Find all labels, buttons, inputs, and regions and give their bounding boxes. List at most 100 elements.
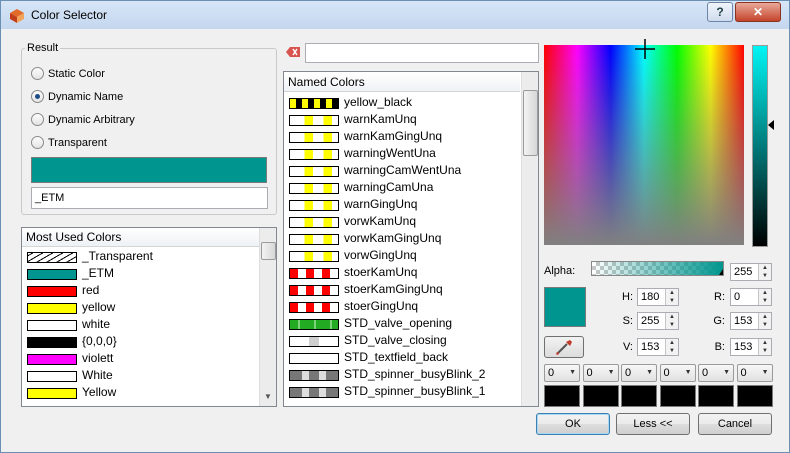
color-selector-dialog: Color Selector ? ✕ Result Static Color D… [0, 0, 790, 453]
list-item[interactable]: white [22, 316, 252, 333]
h-spinbox[interactable]: 180 ▲ ▼ [637, 288, 679, 306]
alpha-spinbox[interactable]: 255 ▲ ▼ [730, 263, 772, 281]
help-button[interactable]: ? [707, 2, 733, 22]
spin-buttons[interactable]: ▲ ▼ [758, 264, 771, 280]
spin-up-icon[interactable]: ▲ [759, 264, 771, 272]
color-swatch [27, 337, 77, 348]
radio-button[interactable] [31, 90, 44, 103]
spin-down-icon[interactable]: ▼ [666, 297, 678, 305]
custom-color-swatch[interactable] [544, 385, 580, 407]
spin-buttons[interactable]: ▲ ▼ [758, 289, 771, 305]
list-item[interactable]: warningCamWentUna [284, 162, 514, 179]
close-button[interactable]: ✕ [735, 2, 781, 22]
spin-up-icon[interactable]: ▲ [759, 289, 771, 297]
spin-buttons[interactable]: ▲ ▼ [665, 313, 678, 329]
alpha-slider[interactable] [591, 261, 724, 276]
custom-color-combo[interactable]: 0 ▼ [582, 364, 619, 382]
spin-up-icon[interactable]: ▲ [759, 339, 771, 347]
list-item[interactable]: _ETM [22, 265, 252, 282]
custom-color-combo[interactable]: 0 ▼ [659, 364, 696, 382]
list-item[interactable]: STD_valve_opening [284, 315, 514, 332]
s-spinbox[interactable]: 255 ▲ ▼ [637, 312, 679, 330]
r-spinbox[interactable]: 0 ▲ ▼ [730, 288, 772, 306]
named-colors-scrollbar[interactable] [521, 72, 538, 406]
scroll-down-arrow[interactable]: ▼ [260, 390, 276, 404]
list-item[interactable]: stoerKamGingUnq [284, 281, 514, 298]
ok-button[interactable]: OK [536, 413, 610, 435]
list-item[interactable]: warningCamUna [284, 179, 514, 196]
custom-color-combo[interactable]: 0 ▼ [698, 364, 734, 382]
spin-buttons[interactable]: ▲ ▼ [665, 339, 678, 355]
hue-saturation-map[interactable] [544, 45, 744, 245]
list-item[interactable]: STD_spinner_busyBlink_1 [284, 383, 514, 400]
chevron-down-icon[interactable]: ▼ [723, 368, 730, 378]
list-item[interactable]: yellow_black [284, 94, 514, 111]
v-spinbox[interactable]: 153 ▲ ▼ [637, 338, 679, 356]
spin-down-icon[interactable]: ▼ [759, 297, 771, 305]
g-spinbox[interactable]: 153 ▲ ▼ [730, 312, 772, 330]
b-value: 153 [734, 341, 753, 353]
spin-buttons[interactable]: ▲ ▼ [758, 313, 771, 329]
custom-color-swatch[interactable] [621, 385, 657, 407]
named-colors-header[interactable]: Named Colors [284, 73, 520, 92]
list-item[interactable]: warnKamGingUnq [284, 128, 514, 145]
list-item[interactable]: vorwKamGingUnq [284, 230, 514, 247]
custom-color-swatch[interactable] [582, 385, 619, 407]
alpha-handle-icon[interactable] [719, 269, 723, 275]
radio-button[interactable] [31, 113, 44, 126]
chevron-down-icon[interactable]: ▼ [646, 368, 653, 378]
list-item[interactable]: warnKamUnq [284, 111, 514, 128]
list-item[interactable]: red [22, 282, 252, 299]
custom-color-swatch[interactable] [659, 385, 696, 407]
custom-color-combo[interactable]: 0 ▼ [544, 364, 580, 382]
radio-button[interactable] [31, 136, 44, 149]
custom-color-swatch[interactable] [698, 385, 734, 407]
list-item[interactable]: vorwKamUnq [284, 213, 514, 230]
custom-color-swatch[interactable] [736, 385, 773, 407]
spin-down-icon[interactable]: ▼ [666, 321, 678, 329]
less-button[interactable]: Less << [616, 413, 690, 435]
spin-buttons[interactable]: ▲ ▼ [665, 289, 678, 305]
spin-down-icon[interactable]: ▼ [759, 321, 771, 329]
spin-down-icon[interactable]: ▼ [666, 347, 678, 355]
spin-down-icon[interactable]: ▼ [759, 347, 771, 355]
custom-color-combo[interactable]: 0 ▼ [736, 364, 773, 382]
color-name-field[interactable]: _ETM [31, 187, 268, 209]
list-item[interactable]: warningWentUna [284, 145, 514, 162]
scroll-thumb[interactable] [523, 90, 538, 156]
spin-buttons[interactable]: ▲ ▼ [758, 339, 771, 355]
list-item[interactable]: STD_textfield_back [284, 349, 514, 366]
scroll-thumb[interactable] [261, 242, 276, 260]
spin-down-icon[interactable]: ▼ [759, 272, 771, 280]
list-item[interactable]: STD_valve_closing [284, 332, 514, 349]
chevron-down-icon[interactable]: ▼ [569, 368, 576, 378]
eyedropper-button[interactable] [544, 336, 584, 358]
most-used-scrollbar[interactable]: ▼ [259, 228, 276, 406]
list-item[interactable]: stoerKamUnq [284, 264, 514, 281]
spin-up-icon[interactable]: ▲ [666, 313, 678, 321]
radio-button[interactable] [31, 67, 44, 80]
spin-up-icon[interactable]: ▲ [759, 313, 771, 321]
list-item[interactable]: _Transparent [22, 248, 252, 265]
search-input[interactable] [305, 43, 539, 63]
value-arrow-icon[interactable] [768, 120, 774, 130]
list-item[interactable]: STD_spinner_busyBlink_2 [284, 366, 514, 383]
chevron-down-icon[interactable]: ▼ [685, 368, 692, 378]
b-spinbox[interactable]: 153 ▲ ▼ [730, 338, 772, 356]
list-item[interactable]: vorwGingUnq [284, 247, 514, 264]
value-strip[interactable] [752, 45, 768, 247]
list-item[interactable]: stoerGingUnq [284, 298, 514, 315]
list-item[interactable]: yellow [22, 299, 252, 316]
cancel-button[interactable]: Cancel [698, 413, 772, 435]
list-item[interactable]: {0,0,0} [22, 333, 252, 350]
list-item[interactable]: warnGingUnq [284, 196, 514, 213]
chevron-down-icon[interactable]: ▼ [762, 368, 769, 378]
list-item[interactable]: White [22, 367, 252, 384]
spin-up-icon[interactable]: ▲ [666, 339, 678, 347]
clear-search-icon[interactable] [286, 47, 300, 57]
spin-up-icon[interactable]: ▲ [666, 289, 678, 297]
list-item[interactable]: Yellow [22, 384, 252, 401]
list-item[interactable]: violett [22, 350, 252, 367]
chevron-down-icon[interactable]: ▼ [608, 368, 615, 378]
custom-color-combo[interactable]: 0 ▼ [621, 364, 657, 382]
